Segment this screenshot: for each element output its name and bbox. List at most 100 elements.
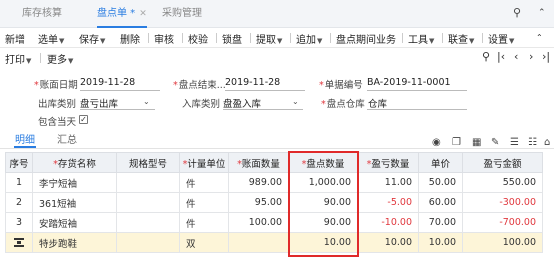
cell-unit[interactable]: 件: [179, 192, 229, 213]
table-row-selected[interactable]: 特步跑鞋 双 10.00 10.00 10.00 100.00: [5, 232, 543, 253]
warehouse-field[interactable]: 仓库: [368, 96, 387, 110]
date-field[interactable]: 2019-11-28: [80, 77, 135, 88]
location-icon[interactable]: ◉: [432, 137, 441, 148]
col-header-seq[interactable]: 序号: [5, 152, 33, 173]
chevron-up-icon[interactable]: ⌃: [536, 33, 543, 42]
col-header-count-qty[interactable]: *盘点数量: [288, 152, 358, 173]
tab-label: 盘点单 *: [97, 8, 136, 19]
brush-icon[interactable]: ☰: [510, 137, 519, 148]
copy-icon[interactable]: ❐: [452, 137, 461, 148]
cell-unit[interactable]: 双: [179, 232, 229, 253]
row-drag-icon[interactable]: [14, 238, 24, 247]
cell-count-qty[interactable]: 90.00: [288, 192, 358, 213]
doc-no-field[interactable]: BA-2019-11-0001: [367, 77, 451, 88]
out-type-select[interactable]: 盘亏出库: [80, 96, 118, 110]
period-business-button[interactable]: 盘点期间业务: [336, 31, 396, 46]
lock-button[interactable]: 锁盘: [222, 31, 242, 46]
cell-seq[interactable]: [5, 232, 33, 253]
col-header-name[interactable]: *存货名称: [32, 152, 117, 173]
col-header-label: 单价: [430, 158, 450, 170]
cell-price[interactable]: 60.00: [418, 192, 463, 213]
verify-button[interactable]: 校验: [188, 31, 208, 46]
chevron-up-icon[interactable]: ⌃: [538, 8, 546, 18]
in-type-underline: [223, 109, 303, 110]
end-date-field[interactable]: 2019-11-28: [225, 77, 280, 88]
table-row[interactable]: 2 361短袖 件 95.00 90.00 -5.00 60.00 -300.0…: [5, 192, 543, 213]
table-row[interactable]: 3 安踏短袖 件 100.00 90.00 -10.00 70.00 -700.…: [5, 212, 543, 233]
include-today-label-text: 包含当天: [38, 117, 77, 128]
cell-diff-qty: 11.00: [357, 172, 419, 193]
cell-name[interactable]: 李宁短袖: [32, 172, 117, 193]
end-date-label-text: 盘点结束...: [178, 80, 226, 91]
tab-stocktake[interactable]: 盘点单 * ✕: [97, 0, 147, 28]
col-header-label: 盈亏数量: [371, 158, 410, 170]
batch-icon[interactable]: ▦: [472, 137, 481, 148]
cell-seq: 3: [5, 212, 33, 233]
cell-count-qty[interactable]: 10.00: [288, 232, 358, 253]
query-button[interactable]: 联查▼: [448, 31, 474, 46]
date-label: *账面日期: [34, 80, 78, 91]
col-header-diff-qty[interactable]: *盈亏数量: [357, 152, 419, 173]
append-button[interactable]: 追加▼: [296, 31, 322, 46]
cell-name[interactable]: 361短袖: [32, 192, 117, 213]
in-type-select[interactable]: 盘盈入库: [223, 96, 261, 110]
search-doc-icon[interactable]: ⚲: [482, 50, 490, 63]
query-label: 联查: [448, 35, 468, 46]
cell-name[interactable]: 安踏短袖: [32, 212, 117, 233]
more-button[interactable]: 更多▼: [47, 51, 73, 66]
select-doc-button[interactable]: 选单▼: [38, 31, 64, 46]
tab-summary[interactable]: 汇总: [57, 131, 77, 146]
chevron-down-icon: ▼: [68, 57, 74, 65]
print-button[interactable]: 打印▼: [5, 51, 31, 66]
cell-spec[interactable]: [116, 192, 180, 213]
cell-unit[interactable]: 件: [179, 172, 229, 193]
cell-book-qty: [228, 232, 289, 253]
extract-button[interactable]: 提取▼: [256, 31, 282, 46]
delete-button[interactable]: 删除: [120, 31, 140, 46]
date-field-underline: [80, 90, 160, 91]
cell-price[interactable]: 50.00: [418, 172, 463, 193]
last-record-icon[interactable]: ›|: [542, 50, 550, 63]
audit-button[interactable]: 审核: [154, 31, 174, 46]
cell-count-qty[interactable]: 90.00: [288, 212, 358, 233]
include-today-label: 包含当天: [38, 114, 76, 128]
col-header-spec[interactable]: 规格型号: [116, 152, 180, 173]
col-header-unit[interactable]: *计量单位: [179, 152, 229, 173]
next-record-icon[interactable]: ›: [529, 50, 533, 63]
cell-spec[interactable]: [116, 172, 180, 193]
cell-book-qty: 989.00: [228, 172, 289, 193]
columns-icon[interactable]: ☷: [528, 137, 537, 148]
col-header-book-qty[interactable]: *账面数量: [228, 152, 289, 173]
prev-record-icon[interactable]: ‹: [514, 50, 518, 63]
period-business-label: 盘点期间业务: [336, 35, 396, 46]
cell-count-qty[interactable]: 1,000.00: [288, 172, 358, 193]
save-button[interactable]: 保存▼: [79, 31, 105, 46]
delete-label: 删除: [120, 35, 140, 46]
col-header-diff-amount[interactable]: 盈亏金额: [462, 152, 543, 173]
tab-purchase-management[interactable]: 采购管理: [162, 0, 202, 28]
include-today-checkbox[interactable]: ✓: [79, 115, 88, 124]
col-header-label: 盘点数量: [306, 158, 345, 170]
first-record-icon[interactable]: |‹: [497, 50, 505, 63]
cell-price[interactable]: 10.00: [418, 232, 463, 253]
edit-icon[interactable]: ✎: [491, 137, 499, 148]
tab-inventory-accounting[interactable]: 库存核算: [22, 0, 62, 28]
toolbar-divider: [442, 33, 443, 43]
chevron-down-icon[interactable]: ⌄: [292, 97, 299, 106]
settings-button[interactable]: 设置▼: [488, 31, 514, 46]
home-icon[interactable]: ⌂: [544, 137, 550, 148]
tab-detail[interactable]: 明细: [15, 131, 35, 146]
chevron-down-icon[interactable]: ⌄: [143, 97, 150, 106]
cell-name[interactable]: 特步跑鞋: [32, 232, 117, 253]
col-header-price[interactable]: 单价: [418, 152, 463, 173]
cell-spec[interactable]: [116, 232, 180, 253]
cell-unit[interactable]: 件: [179, 212, 229, 233]
chevron-down-icon: ▼: [509, 37, 515, 45]
new-button[interactable]: 新增: [5, 31, 25, 46]
search-icon[interactable]: ⚲: [513, 6, 521, 19]
close-icon[interactable]: ✕: [139, 9, 147, 19]
table-row[interactable]: 1 李宁短袖 件 989.00 1,000.00 11.00 50.00 550…: [5, 172, 543, 193]
cell-price[interactable]: 70.00: [418, 212, 463, 233]
cell-spec[interactable]: [116, 212, 180, 233]
tools-button[interactable]: 工具▼: [408, 31, 434, 46]
